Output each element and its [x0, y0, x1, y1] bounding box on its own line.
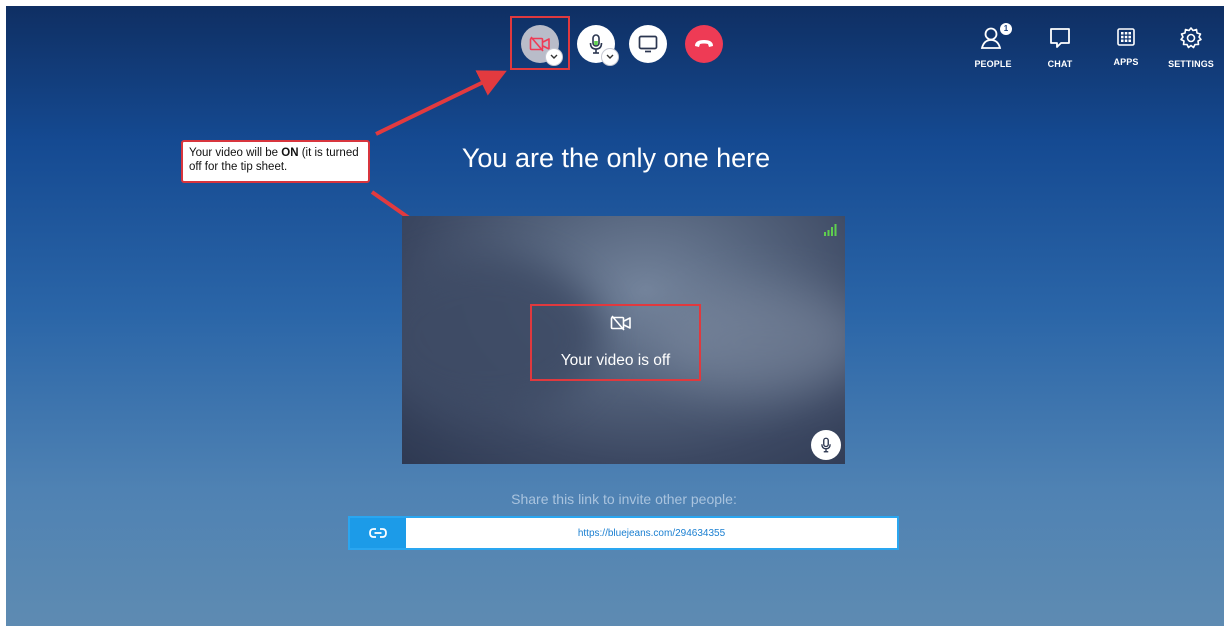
- screen-share-button[interactable]: [629, 25, 667, 63]
- nav-apps[interactable]: APPS: [1096, 26, 1156, 67]
- nav-settings-label: SETTINGS: [1168, 59, 1214, 69]
- mic-toggle-button[interactable]: [577, 25, 619, 66]
- link-icon: [369, 528, 387, 538]
- share-link-input[interactable]: [406, 518, 897, 548]
- signal-strength-icon: [824, 224, 837, 236]
- gear-icon: [1180, 27, 1202, 49]
- people-count-badge: 1: [1000, 23, 1012, 35]
- hang-up-icon: [695, 40, 713, 47]
- video-off-icon: [610, 315, 631, 331]
- video-button-highlight: [510, 16, 570, 70]
- nav-apps-label: APPS: [1113, 57, 1139, 67]
- nav-chat-label: CHAT: [1047, 59, 1073, 69]
- chevron-down-icon[interactable]: [601, 48, 619, 66]
- video-status-text: Your video is off: [560, 352, 671, 369]
- copy-link-button[interactable]: [350, 518, 406, 548]
- meeting-stage: 1 PEOPLE CHAT APPS SETTINGS Your video w…: [6, 6, 1224, 626]
- video-off-indicator: Your video is off: [530, 304, 701, 381]
- callout-text-before: Your video will be: [189, 147, 282, 159]
- apps-grid-icon: [1117, 28, 1135, 46]
- chat-icon: [1050, 28, 1070, 48]
- nav-chat[interactable]: CHAT: [1030, 26, 1090, 69]
- nav-settings[interactable]: SETTINGS: [1161, 26, 1221, 69]
- nav-people-label: PEOPLE: [974, 59, 1012, 69]
- callout-text-bold: ON: [281, 147, 299, 159]
- share-link-box: [348, 516, 899, 550]
- screen-share-icon: [638, 35, 658, 53]
- self-video-panel: Your video is off: [402, 216, 845, 464]
- page-title: You are the only one here: [461, 143, 771, 173]
- microphone-icon: [821, 437, 831, 453]
- hang-up-button[interactable]: [685, 25, 723, 63]
- arrow-to-video-button: [375, 70, 507, 136]
- tip-callout: Your video will be ON (it is turned off …: [181, 140, 370, 183]
- nav-people[interactable]: 1 PEOPLE: [963, 23, 1023, 69]
- share-link-label: Share this link to invite other people:: [511, 491, 737, 507]
- participant-mic-indicator: [811, 430, 841, 460]
